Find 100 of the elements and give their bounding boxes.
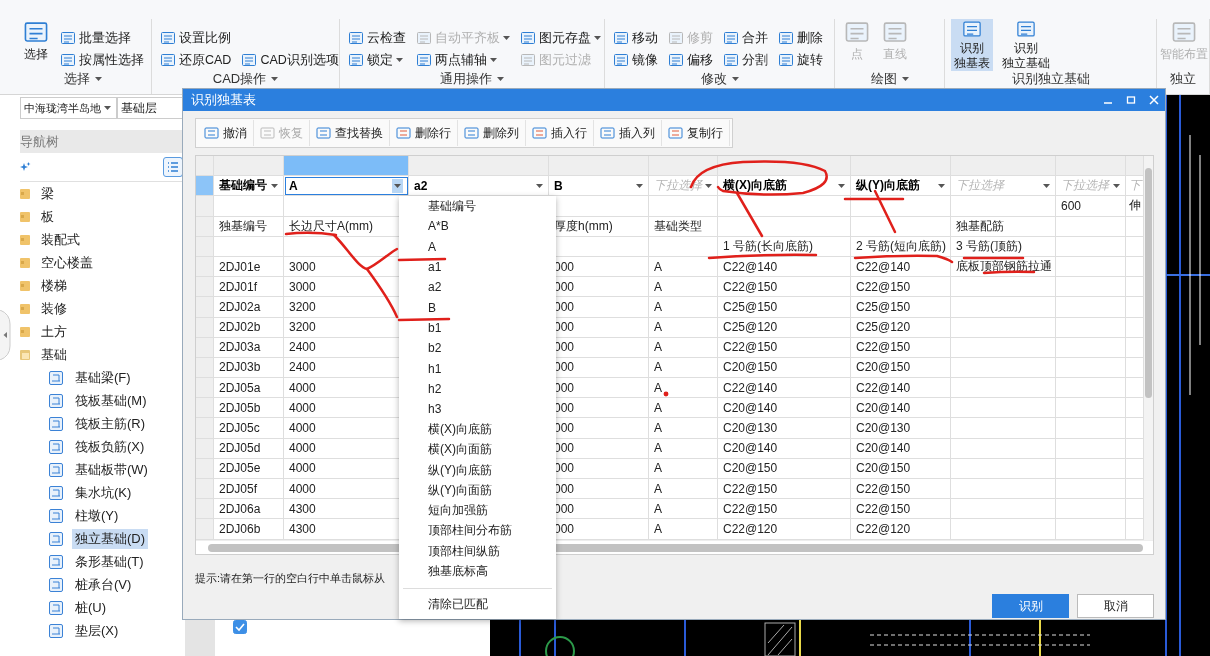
menu-item[interactable]: 顶部柱间纵筋 bbox=[399, 541, 556, 562]
recognize-button[interactable]: 识别 bbox=[992, 594, 1069, 618]
cancel-button[interactable]: 取消 bbox=[1077, 594, 1154, 618]
menu-item[interactable]: 独基底标高 bbox=[399, 561, 556, 582]
toolbar-button[interactable]: 复制行 bbox=[662, 120, 730, 146]
tree-item[interactable]: 梁 bbox=[38, 183, 57, 204]
tool-icon bbox=[464, 126, 479, 140]
tree-item[interactable]: 筏板负筋(X) bbox=[72, 436, 148, 457]
column-select[interactable]: 基础编号 bbox=[214, 176, 284, 197]
menu-item[interactable]: 清除已匹配 bbox=[399, 594, 556, 615]
toolbar-button[interactable]: 查找替换 bbox=[310, 120, 390, 146]
row-header[interactable] bbox=[196, 277, 214, 298]
row-header[interactable] bbox=[196, 196, 214, 217]
tree-item[interactable]: 桩(U) bbox=[72, 597, 110, 618]
ribbon-button[interactable]: 删除 bbox=[776, 27, 825, 49]
ribbon-button[interactable]: 设置比例 bbox=[158, 27, 234, 49]
row-header[interactable] bbox=[196, 499, 214, 520]
ribbon-button[interactable]: 分割 bbox=[721, 49, 770, 71]
tree-item[interactable]: 基础板带(W) bbox=[72, 459, 151, 480]
ribbon-button[interactable]: 还原CAD bbox=[158, 49, 234, 71]
column-header[interactable] bbox=[284, 156, 409, 177]
tree-item[interactable]: 楼梯 bbox=[38, 275, 70, 296]
column-select[interactable]: B bbox=[549, 176, 649, 197]
tree-item[interactable]: 基础梁(F) bbox=[72, 367, 134, 388]
list-view-button[interactable] bbox=[163, 157, 183, 177]
ribbon-button[interactable]: 镜像 bbox=[611, 49, 660, 71]
row-header[interactable] bbox=[196, 357, 214, 379]
toolbar-button[interactable]: 删除列 bbox=[458, 120, 526, 146]
vertical-scrollbar[interactable] bbox=[1144, 156, 1153, 540]
tree-item[interactable]: 土方 bbox=[38, 321, 70, 342]
toolbar-button[interactable]: 撤消 bbox=[198, 120, 254, 146]
tree-item[interactable]: 集水坑(K) bbox=[72, 482, 135, 503]
row-header[interactable] bbox=[196, 458, 214, 479]
empty-cell bbox=[1056, 357, 1126, 379]
empty-cell bbox=[649, 196, 718, 217]
ribbon-button[interactable]: 合并 bbox=[721, 27, 770, 49]
row-header[interactable] bbox=[196, 438, 214, 459]
tool-icon bbox=[160, 30, 176, 46]
row-header[interactable] bbox=[196, 256, 214, 278]
toolbar-button[interactable]: 插入列 bbox=[594, 120, 662, 146]
tree-item[interactable]: 空心楼盖 bbox=[38, 252, 96, 273]
project-select[interactable]: 中海珑湾半岛地 bbox=[20, 97, 117, 119]
sparkle-icon[interactable] bbox=[20, 162, 31, 172]
tree-item[interactable]: 条形基础(T) bbox=[72, 551, 147, 572]
toolbar-button[interactable]: 删除行 bbox=[390, 120, 458, 146]
tree-item[interactable]: 筏板基础(M) bbox=[72, 390, 150, 411]
ribbon-button[interactable]: CAD识别选项 bbox=[239, 49, 339, 71]
column-select[interactable]: 纵(Y)向底筋 bbox=[851, 176, 951, 197]
tree-item[interactable]: 桩承台(V) bbox=[72, 574, 135, 595]
table-cell: 基础类型 bbox=[649, 216, 718, 237]
ribbon-button[interactable]: 选择 bbox=[20, 19, 52, 71]
ribbon-button[interactable]: 云检查 bbox=[346, 27, 408, 49]
table-cell: A bbox=[649, 519, 718, 540]
tool-icon bbox=[532, 126, 547, 140]
row-header[interactable] bbox=[196, 236, 214, 257]
ribbon-button[interactable]: 两点辅轴 bbox=[414, 49, 512, 71]
row-header[interactable] bbox=[196, 398, 214, 419]
row-header[interactable] bbox=[196, 418, 214, 439]
component-icon bbox=[48, 622, 64, 639]
table-cell: A bbox=[649, 479, 718, 500]
row-header[interactable] bbox=[196, 216, 214, 237]
row-header[interactable] bbox=[196, 519, 214, 540]
column-header[interactable] bbox=[649, 156, 718, 177]
tree-item[interactable]: 垫层(X) bbox=[72, 620, 122, 641]
ribbon-button[interactable]: 识别 独基表 bbox=[951, 19, 993, 71]
tree-item[interactable]: 柱墩(Y) bbox=[72, 505, 122, 526]
row-header[interactable] bbox=[196, 176, 214, 197]
close-icon[interactable] bbox=[1149, 95, 1159, 105]
ribbon-button[interactable]: 偏移 bbox=[666, 49, 715, 71]
ribbon-button[interactable]: 批量选择 bbox=[58, 27, 146, 49]
menu-item[interactable]: A bbox=[399, 236, 556, 257]
table-cell: C22@150 bbox=[851, 479, 951, 500]
tree-item[interactable]: 板 bbox=[38, 206, 57, 227]
checkbox[interactable] bbox=[233, 620, 247, 634]
row-header[interactable] bbox=[196, 378, 214, 399]
empty-cell bbox=[1056, 438, 1126, 459]
ribbon-button[interactable]: 旋转 bbox=[776, 49, 825, 71]
column-select[interactable]: a2 bbox=[409, 176, 549, 197]
tool-icon bbox=[520, 30, 536, 46]
tree-item[interactable]: 独立基础(D) bbox=[72, 528, 149, 549]
floor-select[interactable]: 基础层 bbox=[117, 97, 185, 119]
toolbar-button[interactable]: 插入行 bbox=[526, 120, 594, 146]
tree-item[interactable]: 筏板主筋(R) bbox=[72, 413, 149, 434]
ribbon-button[interactable]: 识别 独立基础 bbox=[999, 19, 1053, 71]
tree-item[interactable]: 基础 bbox=[38, 344, 70, 365]
row-header[interactable] bbox=[196, 337, 214, 358]
ribbon-button[interactable]: 锁定 bbox=[346, 49, 408, 71]
tree-item[interactable]: 装配式 bbox=[38, 229, 83, 250]
ribbon-button[interactable]: 按属性选择 bbox=[58, 49, 146, 71]
row-header[interactable] bbox=[196, 317, 214, 338]
collapse-handle[interactable] bbox=[0, 310, 11, 360]
tree-item[interactable]: 装修 bbox=[38, 298, 70, 319]
row-header[interactable] bbox=[196, 479, 214, 500]
menu-item[interactable]: 基础编号 bbox=[399, 196, 556, 217]
maximize-icon[interactable] bbox=[1126, 95, 1136, 105]
table-cell: 底板顶部钢筋拉通 bbox=[951, 256, 1056, 278]
ribbon-button[interactable]: 图元存盘 bbox=[518, 27, 603, 49]
row-header[interactable] bbox=[196, 297, 214, 318]
ribbon-button[interactable]: 移动 bbox=[611, 27, 660, 49]
column-select[interactable]: A bbox=[284, 176, 409, 197]
